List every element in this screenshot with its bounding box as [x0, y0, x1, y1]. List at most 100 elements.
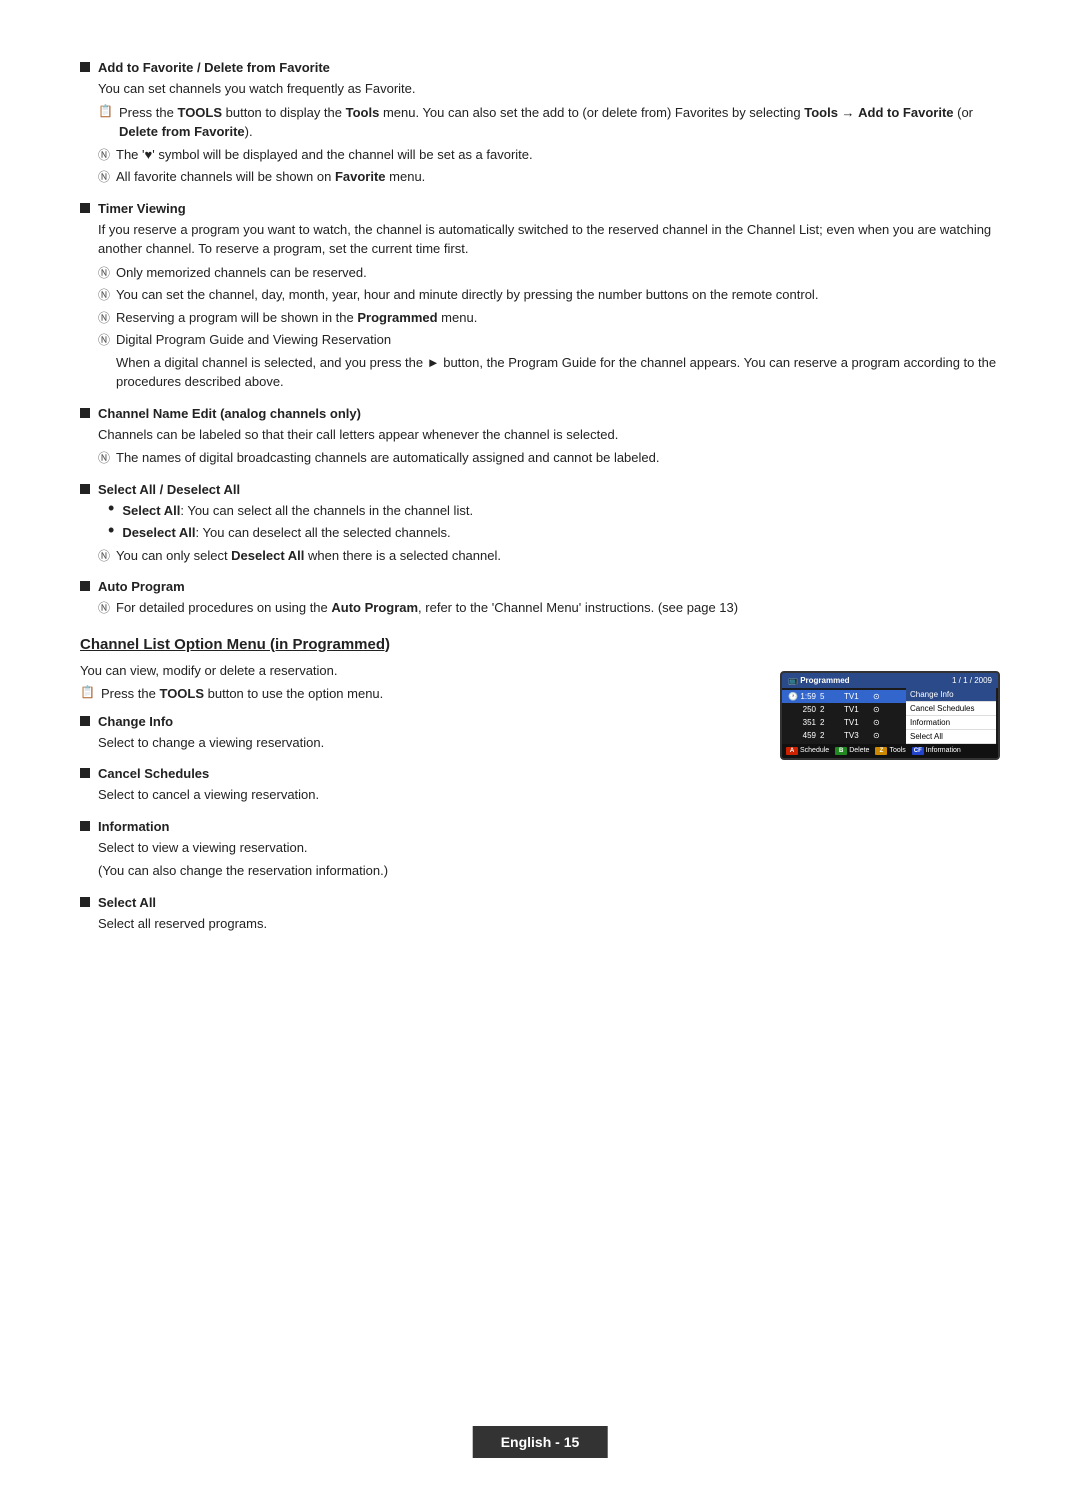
bullet-square [80, 716, 90, 726]
bullet-square [80, 581, 90, 591]
tv-row-icon: ⊙ [873, 731, 883, 740]
bullet-square [80, 484, 90, 494]
section-auto-program: Auto Program Ⓝ For detailed procedures o… [80, 579, 1000, 618]
page-footer: English - 15 [473, 1426, 608, 1458]
section-title: Channel Name Edit (analog channels only) [98, 406, 361, 421]
tv-row: 351 2 TV1 ⊙ [782, 716, 906, 729]
footer-btn-blue: CF [912, 747, 924, 755]
tv-screenshot: 📺 Programmed 1 / 1 / 2009 🕐 1:59 5 TV1 ⊙ [780, 671, 1000, 760]
tv-row-ch: 5 [820, 692, 840, 701]
tv-content-row: 🕐 1:59 5 TV1 ⊙ 250 2 TV1 ⊙ [782, 688, 998, 744]
tv-header-date: 1 / 1 / 2009 [952, 676, 992, 685]
note-item: Ⓝ Reserving a program will be shown in t… [98, 308, 1000, 328]
tv-row: 250 2 TV1 ⊙ [782, 703, 906, 716]
note-tools-icon: 📋 [80, 685, 95, 699]
note-text: You can only select Deselect All when th… [116, 546, 501, 566]
cl-select-all: Select All Select all reserved programs. [80, 895, 750, 934]
tv-row-num: 351 [786, 718, 816, 727]
tv-channel-list: 🕐 1:59 5 TV1 ⊙ 250 2 TV1 ⊙ [782, 688, 906, 744]
cl-intro: You can view, modify or delete a reserva… [80, 661, 750, 681]
tv-footer: A Schedule B Delete Z Tools CF Informati… [782, 744, 998, 758]
tv-row-ch: 2 [820, 718, 840, 727]
tv-row-num: 459 [786, 731, 816, 740]
note-info-icon: Ⓝ [98, 264, 110, 281]
sub-body: When a digital channel is selected, and … [116, 353, 1000, 392]
cl-subsection-body2: (You can also change the reservation inf… [98, 861, 750, 881]
tv-row-icon: ⊙ [873, 692, 883, 701]
tv-footer-item: Z Tools [875, 747, 905, 755]
note-text: Reserving a program will be shown in the… [116, 308, 477, 328]
section-add-favorite: Add to Favorite / Delete from Favorite Y… [80, 60, 1000, 187]
bullet-square [80, 62, 90, 72]
section-title: Timer Viewing [98, 201, 186, 216]
section-channel-name-edit: Channel Name Edit (analog channels only)… [80, 406, 1000, 468]
section-title: Auto Program [98, 579, 185, 594]
cl-information: Information Select to view a viewing res… [80, 819, 750, 881]
cl-subsection-title: Select All [98, 895, 156, 910]
note-text: The names of digital broadcasting channe… [116, 448, 659, 468]
note-item: Ⓝ Only memorized channels can be reserve… [98, 263, 1000, 283]
footer-label: Schedule [800, 747, 829, 754]
channel-list-text-content: You can view, modify or delete a reserva… [80, 661, 750, 948]
tv-row: 459 2 TV3 ⊙ [782, 729, 906, 742]
note-text: Only memorized channels can be reserved. [116, 263, 367, 283]
tv-header: 📺 Programmed 1 / 1 / 2009 [782, 673, 998, 688]
cl-subsection-body1: Select to view a viewing reservation. [98, 838, 750, 858]
tv-context-menu: Change Info Cancel Schedules Information… [906, 688, 996, 744]
tv-row-name: TV1 [844, 718, 869, 727]
note-item: Ⓝ For detailed procedures on using the A… [98, 598, 1000, 618]
tv-row-name: TV1 [844, 705, 869, 714]
note-text: All favorite channels will be shown on F… [116, 167, 425, 187]
cl-cancel-schedules: Cancel Schedules Select to cancel a view… [80, 766, 750, 805]
bullet-item: • Deselect All: You can deselect all the… [108, 523, 1000, 543]
section-body: Channels can be labeled so that their ca… [98, 425, 1000, 445]
tv-menu-item-cancel-schedules: Cancel Schedules [906, 702, 996, 716]
section-body: You can set channels you watch frequentl… [98, 79, 1000, 99]
cl-subsection-title: Change Info [98, 714, 173, 729]
footer-btn-green: B [835, 747, 847, 755]
note-info-icon: Ⓝ [98, 547, 110, 564]
note-info-icon: Ⓝ [98, 168, 110, 185]
note-item: 📋 Press the TOOLS button to display the … [98, 103, 1000, 142]
tv-row-icon: ⊙ [873, 718, 883, 727]
cl-tools-text: Press the TOOLS button to use the option… [101, 684, 383, 704]
tv-row-name: TV3 [844, 731, 869, 740]
note-item: Ⓝ You can only select Deselect All when … [98, 546, 1000, 566]
bullet-text: Deselect All: You can deselect all the s… [122, 523, 450, 543]
cl-change-info: Change Info Select to change a viewing r… [80, 714, 750, 753]
tv-row-name: TV1 [844, 692, 869, 701]
channel-list-body: You can view, modify or delete a reserva… [80, 661, 1000, 948]
footer-label: Delete [849, 747, 869, 754]
page-content: Add to Favorite / Delete from Favorite Y… [0, 0, 1080, 1041]
bullet-dot: • [108, 499, 114, 517]
tv-row-icon: ⊙ [873, 705, 883, 714]
tv-row-ch: 2 [820, 731, 840, 740]
bullet-square [80, 203, 90, 213]
bullet-square [80, 897, 90, 907]
section-channel-list-option: Channel List Option Menu (in Programmed)… [80, 636, 1000, 948]
tv-menu-item-change-info: Change Info [906, 688, 996, 702]
cl-subsection-title: Cancel Schedules [98, 766, 209, 781]
cl-subsection-body: Select to change a viewing reservation. [98, 733, 750, 753]
note-info-icon: Ⓝ [98, 309, 110, 326]
footer-label: Information [926, 747, 961, 754]
footer-label: Tools [889, 747, 905, 754]
bullet-square [80, 408, 90, 418]
note-info-icon: Ⓝ [98, 146, 110, 163]
tv-row: 🕐 1:59 5 TV1 ⊙ [782, 690, 906, 703]
note-info-icon: Ⓝ [98, 331, 110, 348]
bullet-square [80, 768, 90, 778]
cl-subsection-body: Select to cancel a viewing reservation. [98, 785, 750, 805]
footer-btn-red: A [786, 747, 798, 755]
bullet-item: • Select All: You can select all the cha… [108, 501, 1000, 521]
footer-btn-yellow: Z [875, 747, 887, 755]
note-info-icon: Ⓝ [98, 286, 110, 303]
note-text: Press the TOOLS button to display the To… [119, 103, 1000, 142]
tv-row-ch: 2 [820, 705, 840, 714]
note-info-icon: Ⓝ [98, 449, 110, 466]
tv-footer-item: B Delete [835, 747, 869, 755]
cl-subsection-title: Information [98, 819, 170, 834]
cl-subsection-body: Select all reserved programs. [98, 914, 750, 934]
section-title: Select All / Deselect All [98, 482, 240, 497]
bullet-dot: • [108, 521, 114, 539]
